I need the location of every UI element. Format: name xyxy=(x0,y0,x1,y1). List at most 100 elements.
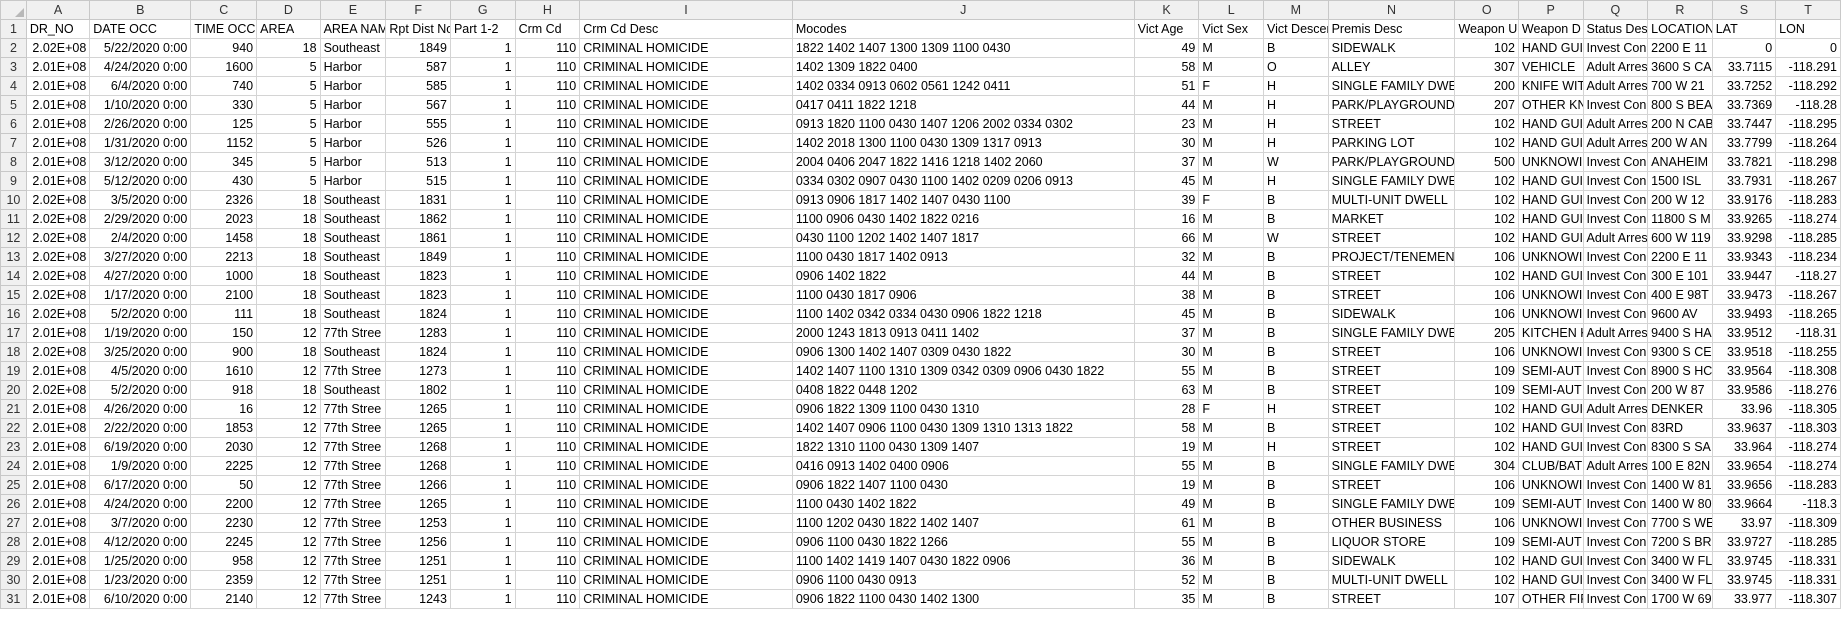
cell[interactable]: 1100 0430 1402 1822 xyxy=(791,494,1135,514)
cell[interactable]: 33.9745 xyxy=(1711,551,1777,571)
cell[interactable]: Invest Con xyxy=(1582,342,1649,362)
cell[interactable]: 1100 0430 1817 0906 xyxy=(791,285,1135,305)
cell[interactable]: SINGLE FAMILY DWE xyxy=(1327,323,1456,343)
row-number[interactable]: 27 xyxy=(0,513,27,533)
cell[interactable]: LIQUOR STORE xyxy=(1327,532,1456,552)
cell[interactable]: B xyxy=(1262,570,1329,590)
cell[interactable]: 110 xyxy=(514,513,581,533)
cell[interactable]: CRIMINAL HOMICIDE xyxy=(579,380,793,400)
cell[interactable]: 1700 W 69 xyxy=(1647,589,1713,609)
cell[interactable]: B xyxy=(1262,190,1329,210)
cell[interactable]: STREET xyxy=(1327,380,1456,400)
cell[interactable]: 102 xyxy=(1454,228,1519,248)
cell[interactable]: 33.7447 xyxy=(1711,114,1777,134)
cell[interactable]: PARK/PLAYGROUND xyxy=(1327,95,1456,115)
cell[interactable]: 2.01E+08 xyxy=(25,361,91,381)
cell[interactable]: B xyxy=(1262,361,1329,381)
cell[interactable]: Invest Con xyxy=(1582,494,1649,514)
cell[interactable]: 2245 xyxy=(190,532,258,552)
cell[interactable]: SEMI-AUT xyxy=(1517,494,1584,514)
cell[interactable]: 1 xyxy=(449,532,516,552)
cell[interactable]: 1 xyxy=(449,133,516,153)
cell[interactable]: 110 xyxy=(514,133,581,153)
cell[interactable]: 1400 W 81 xyxy=(1647,475,1713,495)
cell[interactable]: 1/25/2020 0:00 xyxy=(89,551,192,571)
header-cell[interactable]: Rpt Dist No xyxy=(385,19,451,39)
cell[interactable]: 2/26/2020 0:00 xyxy=(89,114,192,134)
header-cell[interactable]: AREA NAM xyxy=(319,19,387,39)
cell[interactable]: STREET xyxy=(1327,437,1456,457)
cell[interactable]: -118.267 xyxy=(1775,171,1841,191)
cell[interactable]: M xyxy=(1198,437,1264,457)
cell[interactable]: 66 xyxy=(1133,228,1200,248)
cell[interactable]: -118.292 xyxy=(1775,76,1841,96)
cell[interactable]: M xyxy=(1198,95,1264,115)
cell[interactable]: M xyxy=(1198,228,1264,248)
cell[interactable]: 940 xyxy=(190,38,258,58)
cell[interactable]: VEHICLE xyxy=(1517,57,1584,77)
cell[interactable]: 33.9727 xyxy=(1711,532,1777,552)
cell[interactable]: M xyxy=(1198,589,1264,609)
cell[interactable]: Invest Con xyxy=(1582,171,1649,191)
cell[interactable]: 3/7/2020 0:00 xyxy=(89,513,192,533)
cell[interactable]: 110 xyxy=(514,38,581,58)
cell[interactable]: SEMI-AUT xyxy=(1517,532,1584,552)
cell[interactable]: 1853 xyxy=(190,418,258,438)
cell[interactable]: 2.01E+08 xyxy=(25,589,91,609)
cell[interactable]: 106 xyxy=(1454,342,1519,362)
cell[interactable]: STREET xyxy=(1327,418,1456,438)
cell[interactable]: ANAHEIM xyxy=(1647,152,1713,172)
cell[interactable]: M xyxy=(1198,114,1264,134)
cell[interactable]: 77th Stree xyxy=(319,494,387,514)
cell[interactable]: 1 xyxy=(449,456,516,476)
cell[interactable]: 109 xyxy=(1454,361,1519,381)
cell[interactable]: 2.02E+08 xyxy=(25,266,91,286)
row-number[interactable]: 19 xyxy=(0,361,27,381)
cell[interactable]: 200 W 87 xyxy=(1647,380,1713,400)
cell[interactable]: -118.234 xyxy=(1775,247,1841,267)
cell[interactable]: 2.02E+08 xyxy=(25,247,91,267)
cell[interactable]: Invest Con xyxy=(1582,570,1649,590)
cell[interactable]: B xyxy=(1262,247,1329,267)
cell[interactable]: 2.01E+08 xyxy=(25,323,91,343)
cell[interactable]: 2004 0406 2047 1822 1416 1218 1402 2060 xyxy=(791,152,1135,172)
cell[interactable]: Invest Con xyxy=(1582,209,1649,229)
header-cell[interactable]: DATE OCC xyxy=(89,19,192,39)
cell[interactable]: 1 xyxy=(449,152,516,172)
cell[interactable]: 3/25/2020 0:00 xyxy=(89,342,192,362)
cell[interactable]: CRIMINAL HOMICIDE xyxy=(579,399,793,419)
cell[interactable]: 200 W 12 xyxy=(1647,190,1713,210)
cell[interactable]: 102 xyxy=(1454,133,1519,153)
cell[interactable]: 0906 1100 0430 1822 1266 xyxy=(791,532,1135,552)
cell[interactable]: SEMI-AUT xyxy=(1517,380,1584,400)
cell[interactable]: 5 xyxy=(256,133,321,153)
cell[interactable]: 110 xyxy=(514,228,581,248)
cell[interactable]: 1266 xyxy=(385,475,451,495)
cell[interactable]: CRIMINAL HOMICIDE xyxy=(579,513,793,533)
cell[interactable]: -118.308 xyxy=(1775,361,1841,381)
row-number[interactable]: 31 xyxy=(0,589,27,609)
column-letter-q[interactable]: Q xyxy=(1582,0,1649,20)
cell[interactable]: 109 xyxy=(1454,494,1519,514)
cell[interactable]: H xyxy=(1262,133,1329,153)
cell[interactable]: Harbor xyxy=(319,133,387,153)
cell[interactable]: 2.02E+08 xyxy=(25,304,91,324)
cell[interactable]: 1100 1402 0342 0334 0430 0906 1822 1218 xyxy=(791,304,1135,324)
cell[interactable]: M xyxy=(1198,57,1264,77)
cell[interactable]: 12 xyxy=(256,456,321,476)
cell[interactable]: PARK/PLAYGROUND xyxy=(1327,152,1456,172)
cell[interactable]: -118.276 xyxy=(1775,380,1841,400)
cell[interactable]: 110 xyxy=(514,304,581,324)
cell[interactable]: 5/2/2020 0:00 xyxy=(89,380,192,400)
cell[interactable]: 1/23/2020 0:00 xyxy=(89,570,192,590)
cell[interactable]: 400 E 98T xyxy=(1647,285,1713,305)
cell[interactable]: 77th Stree xyxy=(319,570,387,590)
header-cell[interactable]: Weapon U xyxy=(1454,19,1519,39)
cell[interactable]: 3/27/2020 0:00 xyxy=(89,247,192,267)
cell[interactable]: Invest Con xyxy=(1582,285,1649,305)
cell[interactable]: 106 xyxy=(1454,285,1519,305)
cell[interactable]: 2.02E+08 xyxy=(25,342,91,362)
cell[interactable]: 45 xyxy=(1133,171,1200,191)
cell[interactable]: 1100 0906 0430 1402 1822 0216 xyxy=(791,209,1135,229)
cell[interactable]: H xyxy=(1262,114,1329,134)
